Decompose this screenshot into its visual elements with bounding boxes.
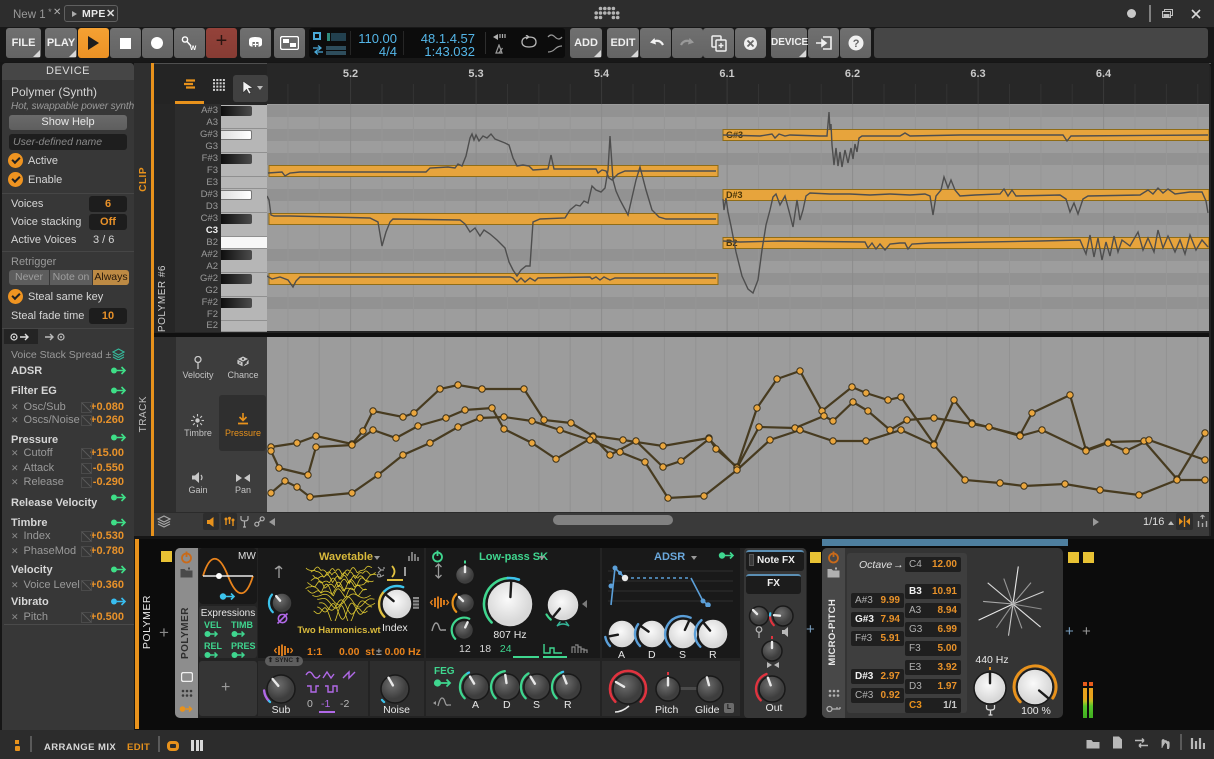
svg-text:D#3: D#3 (726, 190, 743, 200)
svg-text:?: ? (853, 38, 860, 50)
svg-text:B2: B2 (726, 238, 738, 248)
svg-text:w: w (189, 43, 197, 52)
